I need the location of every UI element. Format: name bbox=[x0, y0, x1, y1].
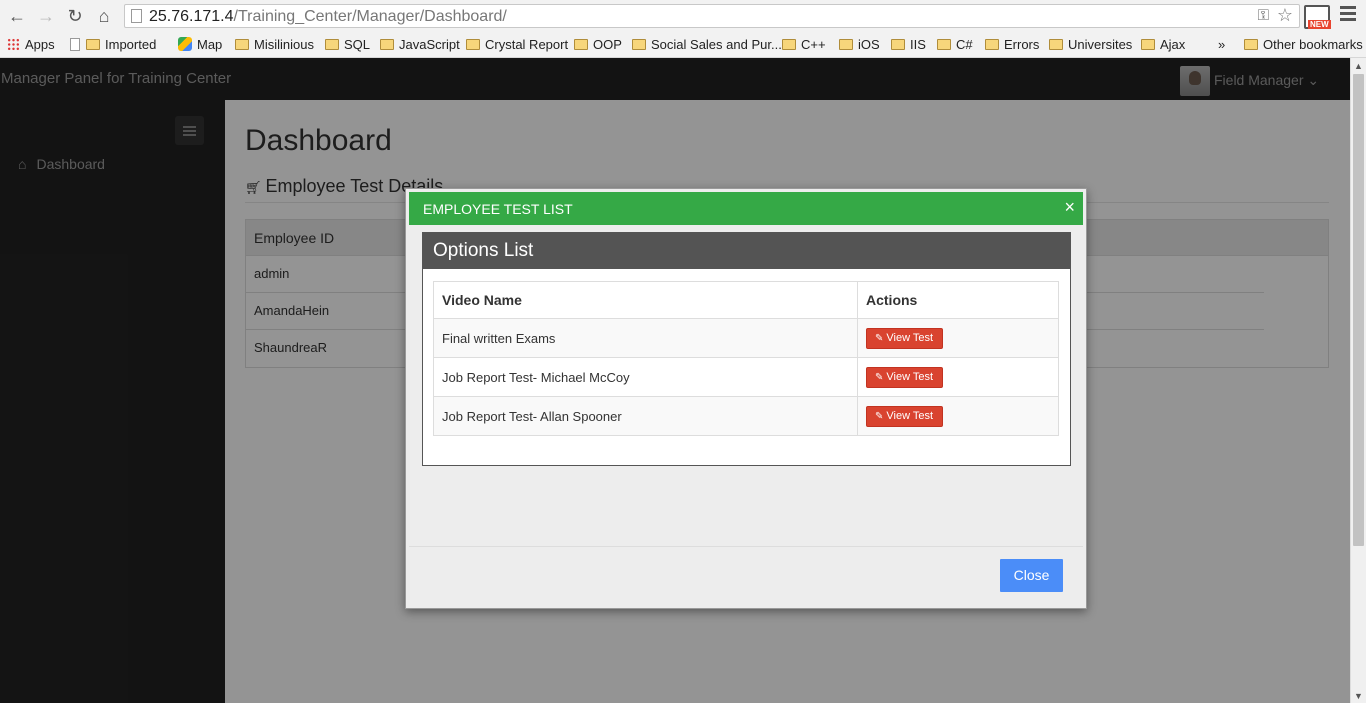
bookmarks-overflow[interactable]: » bbox=[1218, 36, 1225, 54]
view-test-button[interactable]: ✎ View Test bbox=[866, 405, 944, 427]
key-icon[interactable]: ⚿ bbox=[1258, 7, 1269, 24]
video-name-cell: Final written Exams bbox=[433, 318, 858, 358]
page-icon bbox=[131, 9, 142, 23]
folder-icon bbox=[380, 39, 394, 50]
bookmark-iis[interactable]: IIS bbox=[891, 36, 926, 54]
scroll-up-icon[interactable]: ▲ bbox=[1354, 61, 1363, 71]
options-table: Video Name Actions Final written Exams ✎… bbox=[433, 281, 1059, 436]
column-header-actions: Actions bbox=[857, 281, 1059, 319]
forward-arrow-icon[interactable]: → bbox=[36, 6, 56, 26]
url-host: 25.76.171.4 bbox=[149, 8, 234, 25]
employee-test-modal: EMPLOYEE TEST LIST × Options List Video … bbox=[405, 188, 1087, 609]
bookmark-errors[interactable]: Errors bbox=[985, 36, 1039, 54]
back-arrow-icon[interactable]: ← bbox=[7, 6, 27, 26]
page-icon bbox=[70, 38, 80, 51]
bookmark-csharp[interactable]: C# bbox=[937, 36, 973, 54]
scroll-down-icon[interactable]: ▼ bbox=[1354, 691, 1363, 701]
bookmark-imported[interactable]: Imported bbox=[70, 36, 156, 54]
edit-icon: ✎ bbox=[875, 332, 884, 344]
bookmark-javascript[interactable]: JavaScript bbox=[380, 36, 460, 54]
scrollbar-thumb[interactable] bbox=[1353, 74, 1364, 546]
close-icon[interactable]: × bbox=[1064, 198, 1075, 216]
url-text[interactable]: 25.76.171.4/Training_Center/Manager/Dash… bbox=[149, 8, 507, 26]
folder-icon bbox=[1049, 39, 1063, 50]
folder-icon bbox=[985, 39, 999, 50]
menu-icon[interactable] bbox=[1340, 6, 1356, 24]
folder-icon bbox=[235, 39, 249, 50]
folder-icon bbox=[325, 39, 339, 50]
bookmark-star-icon[interactable]: ☆ bbox=[1277, 5, 1293, 26]
edit-icon: ✎ bbox=[875, 410, 884, 422]
video-name-cell: Job Report Test- Allan Spooner bbox=[433, 396, 858, 436]
browser-toolbar: ← → ↻ ⌂ 25.76.171.4/Training_Center/Mana… bbox=[0, 0, 1366, 33]
folder-icon bbox=[839, 39, 853, 50]
folder-icon bbox=[1244, 39, 1258, 50]
bookmark-crystal-report[interactable]: Crystal Report bbox=[466, 36, 568, 54]
extension-icon[interactable]: NEW bbox=[1304, 5, 1331, 29]
url-path: /Training_Center/Manager/Dashboard/ bbox=[233, 8, 507, 25]
bookmark-ajax[interactable]: Ajax bbox=[1141, 36, 1185, 54]
table-row: Final written Exams ✎ View Test bbox=[433, 318, 1059, 358]
bookmark-misilinious[interactable]: Misilinious bbox=[235, 36, 314, 54]
folder-icon bbox=[782, 39, 796, 50]
panel-title: Options List bbox=[423, 233, 1070, 269]
modal-header: EMPLOYEE TEST LIST × bbox=[409, 192, 1083, 225]
bookmarks-bar: Apps Imported Map Misilinious SQL JavaSc… bbox=[0, 33, 1366, 58]
view-test-button[interactable]: ✎ View Test bbox=[866, 327, 944, 349]
column-header-video-name: Video Name bbox=[433, 281, 858, 319]
map-icon bbox=[178, 37, 192, 51]
home-icon[interactable]: ⌂ bbox=[94, 6, 114, 26]
video-name-cell: Job Report Test- Michael McCoy bbox=[433, 357, 858, 397]
options-panel: Options List Video Name Actions Final wr… bbox=[422, 232, 1071, 466]
page-scrollbar[interactable]: ▲ ▼ bbox=[1350, 58, 1366, 703]
table-row: Job Report Test- Allan Spooner ✎ View Tes… bbox=[433, 396, 1059, 436]
reload-icon[interactable]: ↻ bbox=[65, 6, 85, 26]
new-badge: NEW bbox=[1308, 20, 1331, 29]
bookmark-other[interactable]: Other bookmarks bbox=[1244, 36, 1363, 54]
bookmark-apps[interactable]: Apps bbox=[7, 36, 55, 54]
bookmark-sql[interactable]: SQL bbox=[325, 36, 370, 54]
bookmark-social-sales[interactable]: Social Sales and Pur... bbox=[632, 36, 782, 54]
divider bbox=[409, 546, 1083, 547]
modal-title: EMPLOYEE TEST LIST bbox=[423, 201, 573, 217]
folder-icon bbox=[466, 39, 480, 50]
folder-icon bbox=[574, 39, 588, 50]
bookmark-ios[interactable]: iOS bbox=[839, 36, 880, 54]
apps-icon bbox=[7, 38, 20, 51]
folder-icon bbox=[632, 39, 646, 50]
edit-icon: ✎ bbox=[875, 371, 884, 383]
bookmark-oop[interactable]: OOP bbox=[574, 36, 622, 54]
close-button[interactable]: Close bbox=[1000, 559, 1063, 592]
address-bar[interactable]: 25.76.171.4/Training_Center/Manager/Dash… bbox=[124, 4, 1300, 28]
folder-icon bbox=[1141, 39, 1155, 50]
folder-icon bbox=[891, 39, 905, 50]
bookmark-cpp[interactable]: C++ bbox=[782, 36, 826, 54]
table-row: Job Report Test- Michael McCoy ✎ View Tes… bbox=[433, 357, 1059, 397]
bookmark-universites[interactable]: Universites bbox=[1049, 36, 1132, 54]
bookmark-map[interactable]: Map bbox=[178, 36, 222, 54]
folder-icon bbox=[86, 39, 100, 50]
folder-icon bbox=[937, 39, 951, 50]
view-test-button[interactable]: ✎ View Test bbox=[866, 366, 944, 388]
